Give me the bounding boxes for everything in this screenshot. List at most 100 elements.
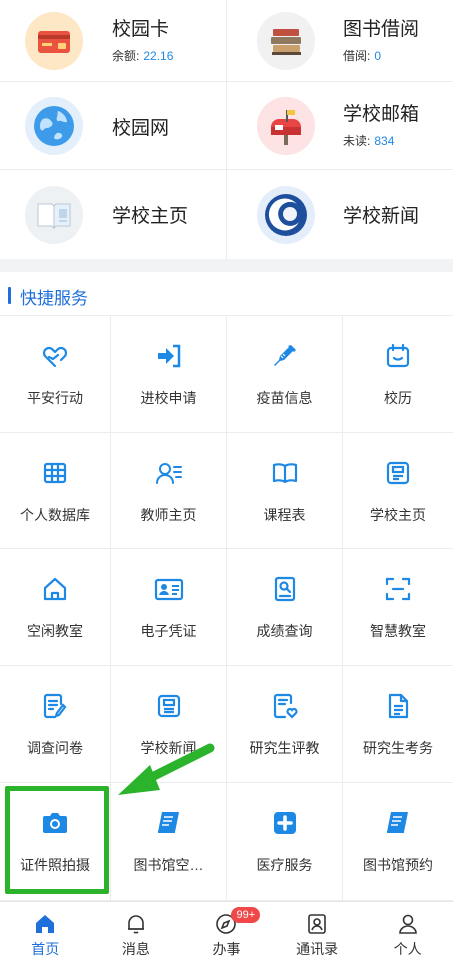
- service-medical[interactable]: 医疗服务: [227, 783, 343, 901]
- tile-school-mail[interactable]: 学校邮箱 未读: 834: [227, 82, 453, 170]
- service-graduate-exam-affairs[interactable]: 研究生考务: [343, 666, 453, 783]
- app-tiles: 校园卡 余额: 22.16 图书借阅 借阅: 0 校园网 学校邮箱 未读: 83…: [0, 0, 453, 259]
- file-icon: [383, 691, 413, 721]
- bell-icon: [123, 912, 149, 936]
- service-label: 个人数据库: [20, 507, 90, 523]
- person-icon: [395, 912, 421, 936]
- id-card-icon: [154, 574, 184, 604]
- nav-home[interactable]: 首页: [0, 902, 91, 961]
- service-label: 医疗服务: [256, 857, 313, 873]
- service-label: 智慧教室: [370, 623, 426, 639]
- heart-hand-icon: [40, 341, 70, 371]
- document-icon: [383, 458, 413, 488]
- nav-label: 消息: [121, 941, 150, 957]
- tile-library-borrow[interactable]: 图书借阅 借阅: 0: [227, 0, 453, 82]
- contacts-icon: [304, 912, 330, 936]
- service-label: 进校申请: [140, 390, 197, 406]
- scan-icon: [383, 574, 413, 604]
- tile-subtitle: 借阅: 0: [343, 48, 382, 63]
- service-teacher-homepage[interactable]: 教师主页: [111, 433, 227, 549]
- service-personal-database[interactable]: 个人数据库: [0, 433, 111, 549]
- service-label: 图书馆空…: [133, 857, 204, 873]
- service-id-photo[interactable]: 证件照拍摄: [0, 783, 111, 901]
- service-survey[interactable]: 调查问卷: [0, 666, 111, 783]
- quick-services-grid: 平安行动 进校申请 疫苗信息 校历 个人数据库 教师主页 课程表 学校主页 空闲…: [0, 316, 453, 901]
- globe-icon: [25, 96, 83, 155]
- open-book-icon: [25, 185, 83, 244]
- service-graduate-evaluation[interactable]: 研究生评教: [227, 666, 343, 783]
- mailbox-icon: [257, 96, 315, 155]
- medical-icon: [270, 808, 300, 838]
- service-label: 学校新闻: [140, 740, 197, 756]
- search-doc-icon: [270, 574, 300, 604]
- nav-messages[interactable]: 消息: [91, 902, 182, 961]
- service-safety-action[interactable]: 平安行动: [0, 316, 111, 433]
- section-title: 快捷服务: [20, 289, 88, 308]
- service-library-space[interactable]: 图书馆空…: [111, 783, 227, 901]
- tile-title: 学校主页: [112, 206, 189, 227]
- nav-label: 办事: [212, 941, 241, 957]
- tile-title: 校园卡: [112, 18, 170, 40]
- nav-label: 通讯录: [296, 941, 339, 957]
- service-label: 空闲教室: [27, 623, 83, 639]
- tile-campus-card[interactable]: 校园卡 余额: 22.16: [0, 0, 227, 82]
- calendar-icon: [383, 341, 413, 371]
- nav-services[interactable]: 99+ 办事: [181, 902, 272, 961]
- tile-school-homepage[interactable]: 学校主页: [0, 170, 227, 259]
- tile-title: 校园网: [112, 118, 170, 139]
- tile-subtitle: 余额: 22.16: [112, 48, 174, 63]
- notification-badge: 99+: [231, 907, 261, 923]
- nav-label: 首页: [31, 941, 60, 957]
- nav-profile[interactable]: 个人: [362, 902, 453, 961]
- service-label: 学校主页: [370, 507, 426, 523]
- tile-campus-network[interactable]: 校园网: [0, 82, 227, 170]
- news-icon: [154, 691, 184, 721]
- service-label: 调查问卷: [27, 740, 83, 756]
- bottom-nav: 首页 消息 99+ 办事 通讯录 个人: [0, 901, 453, 961]
- news-logo-icon: [257, 185, 315, 244]
- service-label: 图书馆预约: [363, 857, 433, 873]
- service-school-homepage[interactable]: 学校主页: [343, 433, 453, 549]
- syringe-icon: [270, 341, 300, 371]
- home-icon: [40, 574, 70, 604]
- service-grade-query[interactable]: 成绩查询: [227, 549, 343, 666]
- books-icon: [257, 11, 315, 70]
- service-e-certificate[interactable]: 电子凭证: [111, 549, 227, 666]
- service-label: 研究生考务: [363, 740, 433, 756]
- nav-label: 个人: [393, 941, 422, 957]
- teacher-icon: [154, 458, 184, 488]
- quick-services-header: 快捷服务: [0, 272, 453, 316]
- open-book-icon: [270, 458, 300, 488]
- service-vaccine-info[interactable]: 疫苗信息: [227, 316, 343, 433]
- service-label: 电子凭证: [140, 623, 197, 639]
- tile-title: 学校新闻: [343, 206, 420, 227]
- service-label: 校历: [384, 390, 412, 406]
- service-library-reservation[interactable]: 图书馆预约: [343, 783, 453, 901]
- service-smart-classroom[interactable]: 智慧教室: [343, 549, 453, 666]
- review-icon: [270, 691, 300, 721]
- service-label: 研究生评教: [249, 740, 320, 756]
- survey-icon: [40, 691, 70, 721]
- tile-title: 学校邮箱: [343, 103, 420, 125]
- nav-contacts[interactable]: 通讯录: [272, 902, 363, 961]
- tile-school-news[interactable]: 学校新闻: [227, 170, 453, 259]
- service-school-news[interactable]: 学校新闻: [111, 666, 227, 783]
- service-calendar[interactable]: 校历: [343, 316, 453, 433]
- service-label: 成绩查询: [256, 623, 313, 639]
- home-icon: [32, 912, 58, 936]
- service-free-classroom[interactable]: 空闲教室: [0, 549, 111, 666]
- book-icon: [383, 808, 413, 838]
- camera-icon: [40, 808, 70, 838]
- section-accent-bar: [8, 287, 11, 304]
- service-enter-campus[interactable]: 进校申请: [111, 316, 227, 433]
- campus-card-icon: [25, 11, 83, 70]
- service-label: 证件照拍摄: [20, 857, 90, 873]
- enter-icon: [154, 341, 184, 371]
- book-icon: [154, 808, 184, 838]
- service-label: 疫苗信息: [256, 390, 313, 406]
- tile-title: 图书借阅: [343, 18, 420, 40]
- service-label: 平安行动: [27, 390, 83, 406]
- service-timetable[interactable]: 课程表: [227, 433, 343, 549]
- table-icon: [40, 458, 70, 488]
- tile-subtitle: 未读: 834: [343, 133, 395, 148]
